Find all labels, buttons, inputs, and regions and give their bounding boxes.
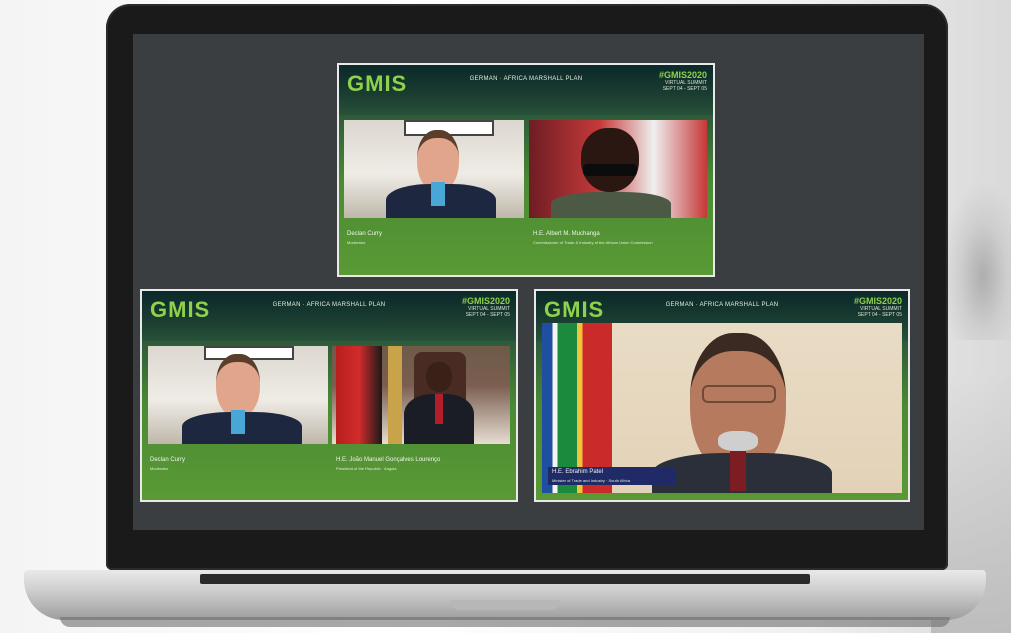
hashtag: #GMIS2020 — [853, 296, 902, 306]
gmis-logo: GMIS — [544, 297, 605, 322]
video-panel-right: GMIS GERMAN · AFRICA MARSHALL PLAN #GMIS… — [534, 289, 910, 502]
gmis-logo: GMIS — [347, 71, 408, 96]
participant-name: Declan Curry — [150, 457, 186, 463]
participant-name: H.E. João Manuel Gonçalves Lourenço — [336, 457, 441, 463]
participant-title: Moderator — [150, 466, 169, 471]
video-feed-guest[interactable] — [332, 346, 510, 444]
video-feed-moderator[interactable] — [344, 120, 524, 218]
plan-title: GERMAN · AFRICA MARSHALL PLAN — [665, 302, 779, 308]
summit-dates: SEPT 04 - SEPT 05 — [662, 86, 707, 92]
video-feed-moderator[interactable] — [148, 346, 328, 444]
gmis-logo: GMIS — [150, 297, 211, 322]
keyboard-edge — [200, 574, 810, 584]
summit-tag: #GMIS2020 VIRTUAL SUMMIT SEPT 04 - SEPT … — [659, 71, 707, 92]
summit-tag: #GMIS2020 VIRTUAL SUMMIT SEPT 04 - SEPT … — [854, 297, 902, 318]
panel-header: GMIS GERMAN · AFRICA MARSHALL PLAN #GMIS… — [142, 291, 516, 341]
participant-name: Declan Curry — [347, 231, 383, 237]
speaker-name-box: H.E. Ebrahim Patel Minister of Trade and… — [548, 467, 676, 485]
flag-pole — [388, 346, 402, 444]
laptop-base-shadow — [60, 617, 950, 627]
participant-title: Minister of Trade and Industry · South A… — [552, 478, 631, 483]
flag-angola — [336, 346, 382, 444]
participant-name: H.E. Albert M. Muchanga — [533, 231, 600, 237]
video-panel-left: GMIS GERMAN · AFRICA MARSHALL PLAN #GMIS… — [140, 289, 518, 502]
participant-title: Moderator — [347, 240, 366, 245]
plan-title: GERMAN · AFRICA MARSHALL PLAN — [272, 302, 386, 308]
participant-title: Commissioner of Trade & Industry of the … — [533, 240, 653, 245]
participant-name: H.E. Ebrahim Patel — [552, 469, 604, 475]
hashtag: #GMIS2020 — [461, 296, 510, 306]
participant-title: President of the Republic · Angola — [336, 466, 397, 471]
summit-tag: #GMIS2020 VIRTUAL SUMMIT SEPT 04 - SEPT … — [462, 297, 510, 318]
video-feed-speaker[interactable]: H.E. Ebrahim Patel Minister of Trade and… — [542, 323, 902, 493]
hashtag: #GMIS2020 — [658, 70, 707, 80]
video-panel-top: GMIS GERMAN · AFRICA MARSHALL PLAN #GMIS… — [337, 63, 715, 277]
trackpad-notch — [450, 600, 560, 610]
panel-header: GMIS GERMAN · AFRICA MARSHALL PLAN #GMIS… — [339, 65, 713, 115]
summit-dates: SEPT 04 - SEPT 05 — [857, 312, 902, 318]
background-tree — [941, 180, 1011, 340]
summit-dates: SEPT 04 - SEPT 05 — [465, 312, 510, 318]
video-feed-guest[interactable] — [529, 120, 707, 218]
plan-title: GERMAN · AFRICA MARSHALL PLAN — [469, 76, 583, 82]
